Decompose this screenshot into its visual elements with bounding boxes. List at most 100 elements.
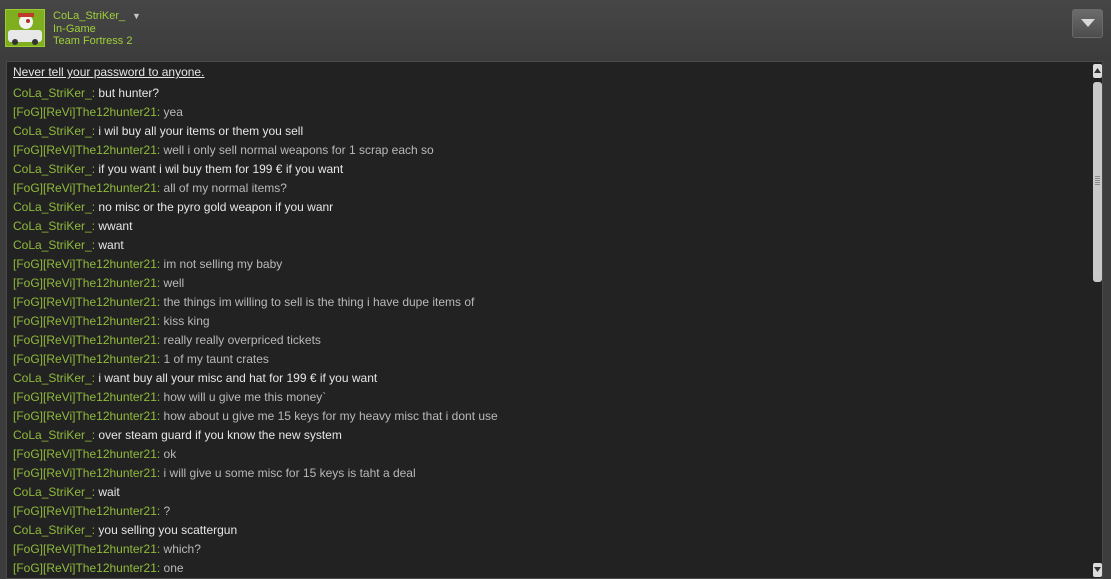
chat-message: CoLa_StriKer_: i wil buy all your items … bbox=[13, 122, 498, 141]
arrow-up-icon bbox=[1094, 68, 1101, 73]
chevron-down-icon[interactable]: ▼ bbox=[132, 11, 141, 21]
message-sender[interactable]: CoLa_StriKer_ bbox=[13, 523, 92, 537]
chat-message: [FoG][ReVi]The12hunter21: how will u giv… bbox=[13, 388, 498, 407]
message-sender[interactable]: [FoG][ReVi]The12hunter21 bbox=[13, 333, 157, 347]
scroll-grip-icon bbox=[1095, 176, 1100, 185]
message-text: how about u give me 15 keys for my heavy… bbox=[163, 409, 498, 423]
chat-message: CoLa_StriKer_: wait bbox=[13, 483, 498, 502]
chat-message: [FoG][ReVi]The12hunter21: well i only se… bbox=[13, 141, 498, 160]
message-sender[interactable]: [FoG][ReVi]The12hunter21 bbox=[13, 466, 157, 480]
chat-message: [FoG][ReVi]The12hunter21: the things im … bbox=[13, 293, 498, 312]
message-text: wait bbox=[98, 485, 120, 499]
chat-message: CoLa_StriKer_: you selling you scattergu… bbox=[13, 521, 498, 540]
message-sender[interactable]: [FoG][ReVi]The12hunter21 bbox=[13, 542, 157, 556]
scroll-down-button[interactable] bbox=[1093, 563, 1102, 577]
message-text: no misc or the pyro gold weapon if you w… bbox=[98, 200, 334, 214]
scroll-up-button[interactable] bbox=[1093, 64, 1102, 78]
message-separator: : bbox=[156, 390, 164, 404]
message-text: really really overpriced tickets bbox=[163, 333, 321, 347]
message-sender[interactable]: [FoG][ReVi]The12hunter21 bbox=[13, 295, 157, 309]
message-sender[interactable]: CoLa_StriKer_ bbox=[13, 238, 92, 252]
message-sender[interactable]: [FoG][ReVi]The12hunter21 bbox=[13, 561, 157, 575]
message-separator: : bbox=[156, 257, 164, 271]
chat-message: [FoG][ReVi]The12hunter21: how about u gi… bbox=[13, 407, 498, 426]
user-status: In-Game bbox=[53, 23, 96, 35]
chat-message: CoLa_StriKer_: over steam guard if you k… bbox=[13, 426, 498, 445]
chat-message: CoLa_StriKer_: wwant bbox=[13, 217, 498, 236]
message-sender[interactable]: [FoG][ReVi]The12hunter21 bbox=[13, 276, 157, 290]
message-sender[interactable]: [FoG][ReVi]The12hunter21 bbox=[13, 409, 157, 423]
message-sender[interactable]: CoLa_StriKer_ bbox=[13, 200, 92, 214]
chat-message: [FoG][ReVi]The12hunter21: which? bbox=[13, 540, 498, 559]
chat-message: [FoG][ReVi]The12hunter21: im not selling… bbox=[13, 255, 498, 274]
message-sender[interactable]: CoLa_StriKer_ bbox=[13, 162, 92, 176]
message-separator: : bbox=[156, 333, 164, 347]
message-text: but hunter? bbox=[98, 86, 160, 100]
message-sender[interactable]: CoLa_StriKer_ bbox=[13, 485, 92, 499]
message-sender[interactable]: [FoG][ReVi]The12hunter21 bbox=[13, 352, 157, 366]
chat-message: [FoG][ReVi]The12hunter21: i will give u … bbox=[13, 464, 498, 483]
message-sender[interactable]: CoLa_StriKer_ bbox=[13, 428, 92, 442]
message-text: well i only sell normal weapons for 1 sc… bbox=[163, 143, 434, 157]
message-text: ok bbox=[163, 447, 177, 461]
password-warning[interactable]: Never tell your password to anyone. bbox=[13, 65, 204, 79]
message-separator: : bbox=[156, 276, 164, 290]
chat-message: [FoG][ReVi]The12hunter21: all of my norm… bbox=[13, 179, 498, 198]
username[interactable]: CoLa_StriKer_ bbox=[53, 10, 125, 23]
message-text: ? bbox=[163, 504, 171, 518]
message-text: how will u give me this money` bbox=[163, 390, 327, 404]
chat-message: [FoG][ReVi]The12hunter21: well bbox=[13, 274, 498, 293]
message-sender[interactable]: [FoG][ReVi]The12hunter21 bbox=[13, 105, 157, 119]
chat-message: [FoG][ReVi]The12hunter21: ok bbox=[13, 445, 498, 464]
message-text: 1 of my taunt crates bbox=[163, 352, 269, 366]
message-sender[interactable]: CoLa_StriKer_ bbox=[13, 86, 92, 100]
message-separator: : bbox=[156, 314, 164, 328]
chat-message: [FoG][ReVi]The12hunter21: really really … bbox=[13, 331, 498, 350]
message-sender[interactable]: [FoG][ReVi]The12hunter21 bbox=[13, 181, 157, 195]
message-separator: : bbox=[156, 504, 164, 518]
message-separator: : bbox=[156, 466, 164, 480]
message-text: all of my normal items? bbox=[163, 181, 287, 195]
message-text: i will give u some misc for 15 keys is t… bbox=[163, 466, 416, 480]
chat-log: Never tell your password to anyone. CoLa… bbox=[6, 61, 1103, 579]
avatar-icon bbox=[6, 10, 44, 46]
message-text: one bbox=[163, 561, 184, 575]
message-sender[interactable]: CoLa_StriKer_ bbox=[13, 124, 92, 138]
message-sender[interactable]: [FoG][ReVi]The12hunter21 bbox=[13, 143, 157, 157]
chat-message: [FoG][ReVi]The12hunter21: 1 of my taunt … bbox=[13, 350, 498, 369]
chat-header: CoLa_StriKer_ ▼ In-Game Team Fortress 2 bbox=[0, 0, 1111, 60]
message-sender[interactable]: [FoG][ReVi]The12hunter21 bbox=[13, 390, 157, 404]
message-separator: : bbox=[156, 181, 164, 195]
message-text: well bbox=[163, 276, 185, 290]
message-separator: : bbox=[156, 352, 164, 366]
scroll-thumb[interactable] bbox=[1093, 82, 1102, 282]
message-sender[interactable]: [FoG][ReVi]The12hunter21 bbox=[13, 257, 157, 271]
arrow-down-icon bbox=[1094, 567, 1101, 572]
message-sender[interactable]: [FoG][ReVi]The12hunter21 bbox=[13, 314, 157, 328]
message-text: yea bbox=[163, 105, 183, 119]
chat-message: CoLa_StriKer_: i want buy all your misc … bbox=[13, 369, 498, 388]
message-text: the things im willing to sell is the thi… bbox=[163, 295, 475, 309]
message-sender[interactable]: [FoG][ReVi]The12hunter21 bbox=[13, 447, 157, 461]
message-text: which? bbox=[163, 542, 201, 556]
message-sender[interactable]: CoLa_StriKer_ bbox=[13, 371, 92, 385]
avatar[interactable] bbox=[5, 9, 45, 47]
message-separator: : bbox=[156, 447, 164, 461]
message-text: you selling you scattergun bbox=[98, 523, 238, 537]
current-game: Team Fortress 2 bbox=[53, 35, 133, 47]
message-separator: : bbox=[156, 295, 164, 309]
message-text: i wil buy all your items or them you sel… bbox=[98, 124, 304, 138]
menu-dropdown-button[interactable] bbox=[1072, 9, 1103, 38]
message-sender[interactable]: [FoG][ReVi]The12hunter21 bbox=[13, 504, 157, 518]
chat-message: [FoG][ReVi]The12hunter21: yea bbox=[13, 103, 498, 122]
message-text: im not selling my baby bbox=[163, 257, 283, 271]
message-text: want bbox=[98, 238, 124, 252]
message-separator: : bbox=[156, 143, 164, 157]
message-sender[interactable]: CoLa_StriKer_ bbox=[13, 219, 92, 233]
scrollbar[interactable] bbox=[1093, 64, 1102, 577]
chat-message: [FoG][ReVi]The12hunter21: one bbox=[13, 559, 498, 578]
chat-message: CoLa_StriKer_: if you want i wil buy the… bbox=[13, 160, 498, 179]
message-text: wwant bbox=[98, 219, 133, 233]
chat-message: CoLa_StriKer_: but hunter? bbox=[13, 84, 498, 103]
message-separator: : bbox=[156, 409, 164, 423]
